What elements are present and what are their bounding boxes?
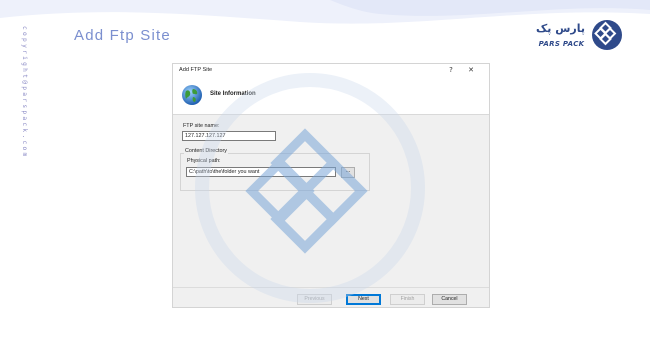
ftp-site-name-label: FTP site name:	[183, 123, 220, 129]
browse-button[interactable]: ...	[341, 167, 355, 178]
dialog-title: Add FTP Site	[179, 67, 213, 73]
brand-name-fa: پارس پک	[536, 22, 585, 35]
brand-mark-icon	[592, 20, 622, 50]
cancel-button[interactable]: Cancel	[432, 294, 467, 305]
vertical-copyright: copyright@parspack.com	[21, 26, 28, 159]
page-title: Add Ftp Site	[74, 27, 171, 44]
brand-logo: پارس پک PARS PACK	[533, 20, 633, 60]
add-ftp-site-dialog: Add FTP Site ? ✕ Site Information FTP si…	[172, 63, 490, 308]
footer-divider	[173, 287, 489, 288]
finish-button[interactable]: Finish	[390, 294, 425, 305]
dialog-header: Site Information	[173, 78, 489, 115]
next-button[interactable]: Next	[346, 294, 381, 305]
site-information-heading: Site Information	[210, 91, 256, 97]
dialog-titlebar: Add FTP Site ? ✕	[173, 64, 489, 78]
content-directory-label: Content Directory	[184, 148, 228, 154]
globe-icon	[182, 85, 202, 105]
physical-path-label: Physical path:	[187, 158, 221, 164]
brand-name-en: PARS PACK	[538, 40, 585, 48]
help-button[interactable]: ?	[445, 66, 457, 74]
previous-button[interactable]: Previous	[297, 294, 332, 305]
ftp-site-name-input[interactable]: 127.127.127.127	[182, 131, 276, 141]
close-button[interactable]: ✕	[465, 66, 477, 74]
physical-path-input[interactable]: C:\path\to\the\folder you want	[186, 167, 336, 177]
